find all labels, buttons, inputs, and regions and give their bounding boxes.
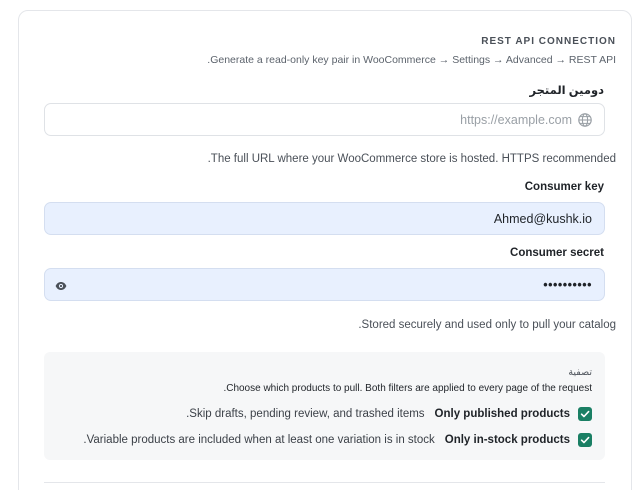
in-stock-label: Only in-stock products	[444, 434, 570, 446]
consumer-key-input[interactable]	[45, 203, 604, 234]
filter-option-in-stock[interactable]: Only in-stock products .Variable product…	[83, 432, 592, 448]
filter-panel: تصفية .Choose which products to pull. Bo…	[44, 352, 605, 460]
section-title: REST API CONNECTION	[481, 36, 616, 47]
consumer-secret-field	[44, 268, 605, 301]
store-url-input[interactable]	[45, 104, 604, 135]
store-domain-label: دومين المتجر	[529, 85, 604, 97]
in-stock-checkbox[interactable]	[578, 433, 592, 447]
check-icon	[580, 410, 590, 418]
filter-option-published[interactable]: Only published products .Skip drafts, pe…	[186, 406, 592, 422]
consumer-secret-input[interactable]	[45, 269, 604, 300]
consumer-key-field	[44, 202, 605, 235]
store-url-field	[44, 103, 605, 136]
divider	[44, 482, 605, 483]
published-checkbox[interactable]	[578, 407, 592, 421]
consumer-secret-label: Consumer secret	[510, 247, 604, 259]
published-label: Only published products	[434, 408, 570, 420]
eye-icon[interactable]	[55, 280, 67, 292]
globe-icon	[578, 113, 592, 127]
filter-title: تصفية	[568, 367, 592, 378]
published-description: .Skip drafts, pending review, and trashe…	[186, 408, 425, 420]
check-icon	[580, 436, 590, 444]
consumer-secret-help: .Stored securely and used only to pull y…	[358, 319, 616, 331]
filter-description: .Choose which products to pull. Both fil…	[223, 383, 592, 394]
store-url-help: .The full URL where your WooCommerce sto…	[207, 153, 616, 165]
section-description: .Generate a read-only key pair in WooCom…	[207, 54, 616, 66]
in-stock-description: .Variable products are included when at …	[83, 434, 435, 446]
consumer-key-label: Consumer key	[524, 181, 604, 193]
